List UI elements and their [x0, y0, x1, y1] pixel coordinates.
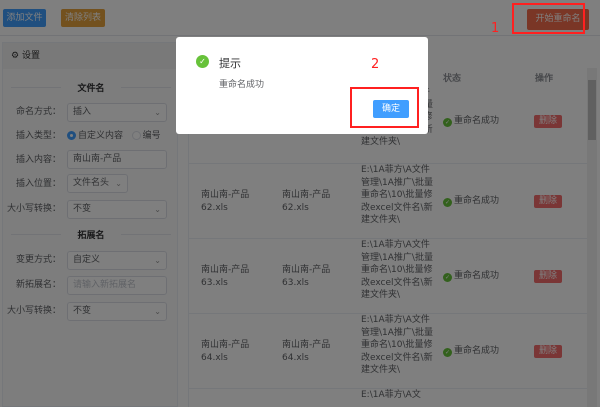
annotation-box-1	[512, 3, 585, 34]
annotation-number-2: 2	[371, 57, 380, 72]
dialog-message: 重命名成功	[219, 80, 265, 90]
dialog-title: 提示	[219, 57, 241, 70]
annotation-box-2	[350, 87, 419, 128]
annotation-number-1: 1	[491, 21, 500, 36]
success-check-icon: ✓	[196, 55, 209, 68]
